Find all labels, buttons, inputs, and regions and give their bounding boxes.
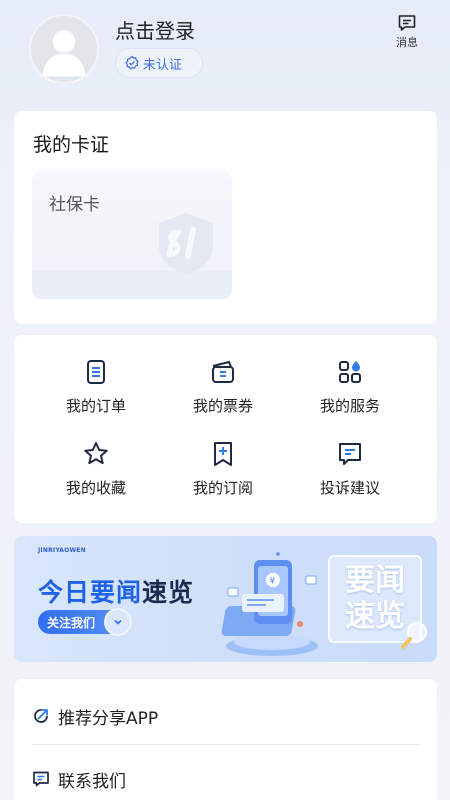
- banner-headline-part2: 速览: [142, 578, 195, 607]
- messages-label: 消息: [396, 36, 418, 49]
- feedback-icon: [339, 443, 361, 465]
- grid-item-subscriptions[interactable]: 我的订阅: [163, 440, 283, 498]
- banner-brand: JINRIYAOWEN: [38, 547, 86, 554]
- banner-headline-part1: 今日要闻: [38, 578, 143, 607]
- message-icon: [398, 15, 416, 31]
- grid-item-label: 我的订单: [65, 397, 126, 415]
- list-item-share-app[interactable]: 推荐分享APP: [32, 683, 420, 749]
- contact-icon: [33, 771, 49, 787]
- list-item-label: 推荐分享APP: [58, 708, 159, 729]
- grid-item-orders[interactable]: 我的订单: [36, 358, 156, 416]
- settings-list: 推荐分享APP 联系我们: [14, 679, 437, 800]
- banner-headline: 今日要闻速览: [38, 573, 194, 609]
- grid-item-label: 我的收藏: [65, 479, 126, 497]
- follow-us-button[interactable]: 关注我们: [38, 608, 132, 636]
- social-insurance-logo: [159, 213, 213, 274]
- social-security-card[interactable]: 社保卡: [32, 170, 232, 299]
- list-item-contact-us[interactable]: 联系我们: [32, 746, 420, 800]
- svg-text:¥: ¥: [270, 577, 276, 587]
- grid-item-label: 投诉建议: [319, 479, 380, 497]
- chevron-circle-icon: [104, 608, 132, 636]
- grid-item-tickets[interactable]: 我的票券: [163, 358, 283, 416]
- verified-badge-icon: [125, 55, 139, 70]
- grid-item-favorites[interactable]: 我的收藏: [36, 440, 156, 498]
- verify-status-text: 未认证: [143, 57, 183, 73]
- profile-header: 点击登录 未认证 消息: [0, 0, 450, 100]
- ticket-icon: [212, 361, 234, 383]
- list-item-label: 联系我们: [58, 771, 126, 792]
- bookmark-add-icon: [214, 442, 232, 466]
- star-icon: [84, 442, 108, 465]
- default-avatar-icon: [31, 16, 97, 82]
- my-services-section: 我的订单 我的票券 我的服务 我的收藏 我的订阅 投诉建议: [14, 335, 437, 523]
- order-icon: [87, 360, 105, 384]
- follow-us-label: 关注我们: [47, 615, 96, 630]
- grid-item-label: 我的订阅: [192, 479, 253, 497]
- grid-item-label: 我的服务: [319, 397, 380, 415]
- social-card-name: 社保卡: [49, 195, 100, 215]
- grid-item-feedback[interactable]: 投诉建议: [290, 440, 410, 498]
- login-link[interactable]: 点击登录: [115, 15, 195, 44]
- magnifier-icon: [401, 622, 427, 649]
- banner-side-line1: 要闻: [345, 563, 405, 598]
- share-icon: [34, 709, 48, 723]
- section-title: 我的卡证: [33, 134, 110, 156]
- my-cards-section: 我的卡证 社保卡: [14, 111, 437, 324]
- list-divider: [32, 744, 420, 745]
- messages-button[interactable]: 消息: [390, 14, 424, 50]
- grid-item-label: 我的票券: [192, 397, 253, 415]
- news-banner[interactable]: JINRIYAOWEN 今日要闻速览 关注我们 ¥ 要闻 速览: [14, 536, 437, 662]
- avatar[interactable]: [29, 14, 99, 84]
- services-icon: [339, 361, 361, 383]
- phone-illustration: ¥: [221, 552, 318, 656]
- grid-item-services[interactable]: 我的服务: [290, 358, 410, 416]
- verify-status-badge[interactable]: 未认证: [115, 48, 203, 78]
